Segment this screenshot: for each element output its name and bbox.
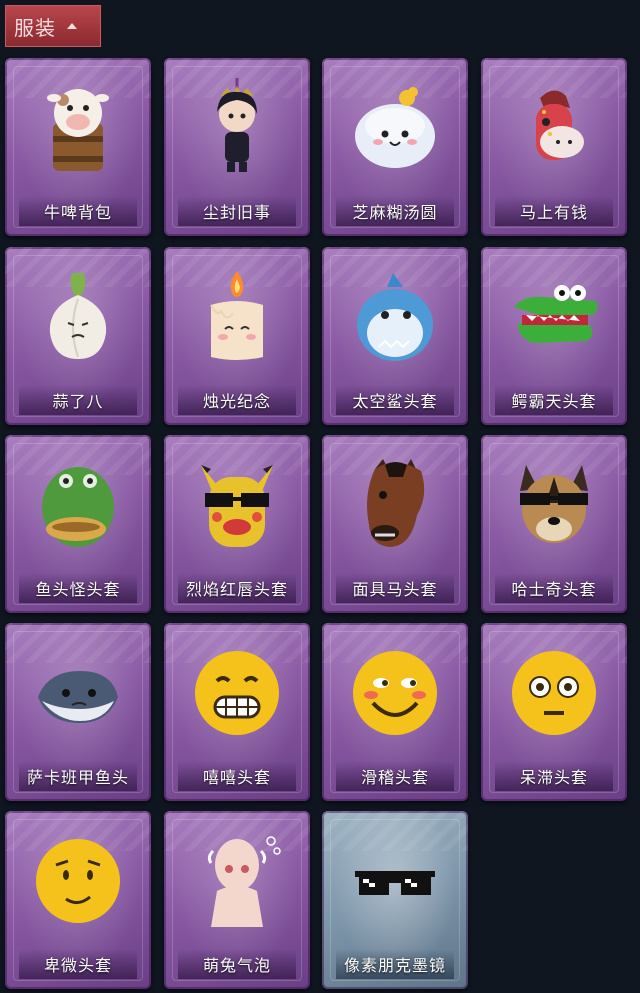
costume-name: 芝麻糊汤圆 [352, 203, 438, 222]
costume-card[interactable]: 嘻嘻头套 [164, 623, 310, 801]
card-label-bar: 像素朋克墨镜 [336, 949, 454, 979]
card-label-bar: 马上有钱 [495, 196, 613, 226]
costume-name: 鳄霸天头套 [511, 392, 597, 411]
costume-category-header[interactable]: 服装 [5, 5, 101, 47]
pixel-sunglasses-icon [355, 871, 435, 895]
chevron-up-icon [67, 23, 77, 29]
costume-card[interactable]: 像素朋克墨镜 [322, 811, 468, 989]
costume-name: 面具马头套 [352, 580, 438, 599]
costume-name: 烈焰红唇头套 [185, 580, 288, 599]
card-label-bar: 嘻嘻头套 [178, 761, 296, 791]
husky-head-icon [520, 465, 588, 543]
card-label-bar: 哈士奇头套 [495, 573, 613, 603]
costume-card[interactable]: 哈士奇头套 [481, 435, 627, 613]
shark-head-icon [357, 273, 433, 361]
grinning-emoji-icon [195, 651, 279, 735]
costume-name: 尘封旧事 [202, 203, 271, 222]
costume-card[interactable]: 萨卡班甲鱼头 [5, 623, 151, 801]
costume-name: 蒜了八 [52, 392, 104, 411]
sacabambaspis-icon [38, 671, 118, 723]
garlic-icon [49, 273, 107, 359]
card-label-bar: 烈焰红唇头套 [178, 573, 296, 603]
tangyuan-icon [355, 87, 435, 168]
card-label-bar: 面具马头套 [336, 573, 454, 603]
costume-name: 马上有钱 [519, 203, 588, 222]
category-title: 服装 [14, 15, 56, 40]
costume-card[interactable]: 鳄霸天头套 [481, 247, 627, 425]
smirk-emoji-icon [353, 651, 437, 735]
card-label-bar: 卑微头套 [19, 949, 137, 979]
card-label-bar: 烛光纪念 [178, 385, 296, 415]
costume-name: 牛啤背包 [43, 203, 112, 222]
yellow-mask-sunglasses-icon [201, 465, 273, 547]
card-label-bar: 萌兔气泡 [178, 949, 296, 979]
timid-emoji-icon [36, 839, 120, 923]
costume-name: 嘻嘻头套 [202, 768, 271, 787]
costume-name: 太空鲨头套 [352, 392, 438, 411]
cow-beer-backpack-icon [47, 89, 109, 171]
costume-name: 鱼头怪头套 [35, 580, 121, 599]
card-label-bar: 芝麻糊汤圆 [336, 196, 454, 226]
card-label-bar: 滑稽头套 [336, 761, 454, 791]
costume-name: 萨卡班甲鱼头 [26, 768, 129, 787]
costume-card[interactable]: 尘封旧事 [164, 58, 310, 236]
costume-card[interactable]: 面具马头套 [322, 435, 468, 613]
costume-card[interactable]: 马上有钱 [481, 58, 627, 236]
costume-card[interactable]: 太空鲨头套 [322, 247, 468, 425]
card-label-bar: 呆滞头套 [495, 761, 613, 791]
costume-name: 烛光纪念 [202, 392, 271, 411]
card-label-bar: 鱼头怪头套 [19, 573, 137, 603]
card-label-bar: 牛啤背包 [19, 196, 137, 226]
costume-name: 哈士奇头套 [511, 580, 597, 599]
chibi-character-icon [217, 78, 257, 172]
card-label-bar: 尘封旧事 [178, 196, 296, 226]
costume-card[interactable]: 牛啤背包 [5, 58, 151, 236]
fish-head-icon [42, 467, 114, 547]
card-label-bar: 蒜了八 [19, 385, 137, 415]
red-horse-head-icon [536, 90, 584, 160]
costume-card[interactable]: 烈焰红唇头套 [164, 435, 310, 613]
costume-card[interactable]: 滑稽头套 [322, 623, 468, 801]
candle-icon [210, 271, 263, 360]
costume-card[interactable]: 蒜了八 [5, 247, 151, 425]
costume-card[interactable]: 鱼头怪头套 [5, 435, 151, 613]
bubble-avatar-icon [207, 836, 281, 927]
costume-card[interactable]: 芝麻糊汤圆 [322, 58, 468, 236]
costume-card[interactable]: 呆滞头套 [481, 623, 627, 801]
costume-name: 呆滞头套 [519, 768, 588, 787]
card-label-bar: 太空鲨头套 [336, 385, 454, 415]
costume-name: 滑稽头套 [360, 768, 429, 787]
costume-name: 卑微头套 [43, 956, 112, 975]
costume-card[interactable]: 萌兔气泡 [164, 811, 310, 989]
card-label-bar: 萨卡班甲鱼头 [19, 761, 137, 791]
costume-card[interactable]: 烛光纪念 [164, 247, 310, 425]
stunned-emoji-icon [512, 651, 596, 735]
card-label-bar: 鳄霸天头套 [495, 385, 613, 415]
costume-name: 像素朋克墨镜 [343, 956, 446, 975]
costume-card[interactable]: 卑微头套 [5, 811, 151, 989]
crocodile-head-icon [514, 285, 598, 343]
horse-mask-icon [367, 459, 425, 547]
costume-name: 萌兔气泡 [202, 956, 271, 975]
